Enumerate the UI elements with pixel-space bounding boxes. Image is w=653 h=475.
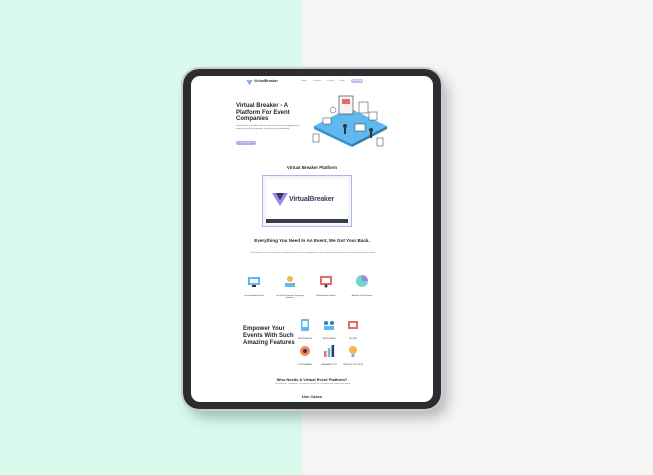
feature-analytics: Analytics For Organizers bbox=[345, 274, 379, 297]
empower-label: DATA ANALYTICS bbox=[321, 364, 337, 366]
nav-link-features[interactable]: Features bbox=[313, 80, 322, 82]
who-text: Event planners, corporations, associatio… bbox=[275, 383, 351, 385]
video-controls[interactable] bbox=[266, 219, 348, 223]
feature-label: Create Branded Events bbox=[244, 295, 264, 297]
empower-label: ONE-STOP SOLUTION bbox=[343, 364, 363, 366]
analytics-icon bbox=[356, 275, 368, 287]
use-cases-title: Use Cases bbox=[301, 394, 323, 399]
logo-text: VirtualBreaker bbox=[254, 79, 278, 83]
empower-networking: NETWORKING bbox=[318, 318, 340, 340]
empower-label: REGISTRATION bbox=[297, 338, 313, 340]
formats-icon bbox=[320, 276, 332, 288]
networking-icon bbox=[324, 321, 334, 330]
empower-label: NETWORKING bbox=[322, 338, 336, 340]
feature-label: Analytics For Organizers bbox=[351, 295, 373, 297]
solution-icon bbox=[349, 346, 357, 357]
stream-icon bbox=[285, 276, 295, 287]
hero-title: Virtual Breaker - A Platform For Event C… bbox=[236, 103, 290, 123]
nav-links: Home Features Pricing Blog Contact bbox=[301, 80, 358, 82]
empower-registration: REGISTRATION bbox=[294, 318, 316, 340]
feature-stream: Live Stream Sessions To Engage Audience bbox=[273, 274, 307, 300]
empower-label: CUSTOMIZABLE bbox=[297, 364, 313, 366]
empower-solution: ONE-STOP SOLUTION bbox=[342, 344, 364, 366]
logo-icon bbox=[246, 80, 253, 85]
video-frame: VirtualBreaker bbox=[266, 179, 348, 223]
branding-icon bbox=[248, 277, 260, 287]
who-title: Who Needs A Virtual Event Platform? bbox=[276, 377, 348, 382]
feature-label: Multiple Event Formats bbox=[316, 295, 336, 297]
feature-formats: Multiple Event Formats bbox=[309, 274, 343, 297]
video-logo-text: VirtualBreaker bbox=[289, 196, 334, 203]
hero-text: Virtual Breaker is a platform that lets … bbox=[236, 125, 300, 130]
platform-title: Virtual Breaker Platform bbox=[286, 165, 338, 170]
isometric-illustration-icon bbox=[312, 95, 387, 147]
nav-cta-button[interactable]: Get Started bbox=[351, 79, 363, 83]
tablet-device: VirtualBreaker Home Features Pricing Blo… bbox=[181, 67, 443, 411]
empower-customizable: CUSTOMIZABLE bbox=[294, 344, 316, 366]
customizable-icon bbox=[300, 346, 310, 356]
feature-branding: Create Branded Events bbox=[237, 274, 271, 297]
registration-icon bbox=[301, 319, 309, 331]
empower-secure: SECURE bbox=[342, 318, 364, 340]
video-logo-icon bbox=[272, 193, 288, 206]
hero-button[interactable]: Learn more bbox=[236, 141, 256, 145]
data-analytics-icon bbox=[324, 345, 335, 357]
everything-title: Everything You Need In An Event, We Got … bbox=[254, 238, 370, 243]
nav-link-pricing[interactable]: Pricing bbox=[327, 80, 334, 82]
empower-data-analytics: DATA ANALYTICS bbox=[318, 344, 340, 366]
feature-label: Live Stream Sessions To Engage Audience bbox=[276, 295, 304, 300]
everything-text: Virtual Breaker gives event organizers e… bbox=[250, 252, 376, 254]
platform-video[interactable]: VirtualBreaker bbox=[262, 175, 352, 227]
nav-link-blog[interactable]: Blog bbox=[340, 80, 344, 82]
tablet-screen: VirtualBreaker Home Features Pricing Blo… bbox=[191, 76, 433, 402]
nav-link-home[interactable]: Home bbox=[301, 80, 307, 82]
secure-icon bbox=[348, 321, 358, 329]
empower-label: SECURE bbox=[349, 338, 357, 340]
